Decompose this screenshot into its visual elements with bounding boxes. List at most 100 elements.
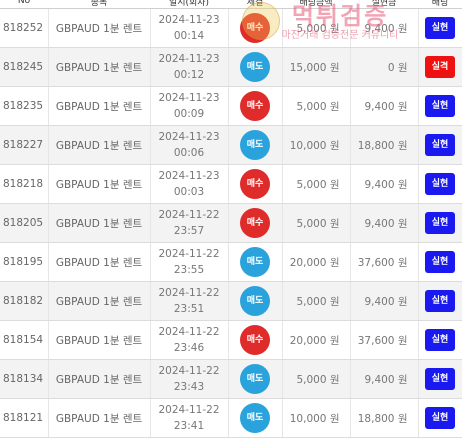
row-amount: 5,000 원 <box>282 281 351 321</box>
row-datetime: 2024-11-23 00:06 <box>150 125 229 165</box>
row-date: 2024-11-22 <box>158 326 220 338</box>
row-realize: 18,800 원 <box>350 125 419 165</box>
row-result-cell: 실현 <box>418 359 462 399</box>
row-no: 818121 <box>0 398 49 438</box>
row-realize: 9,400 원 <box>350 8 419 48</box>
bet-history: No 종목 일시(회차) 체결 배팅금액 실현금 배팅 818252 GBPAUD… <box>0 0 462 438</box>
row-side-cell: 매도 <box>228 359 283 399</box>
result-button[interactable]: 실현 <box>425 134 455 156</box>
row-date: 2024-11-22 <box>158 365 220 377</box>
row-side-cell: 매도 <box>228 242 283 282</box>
row-amount: 5,000 원 <box>282 203 351 243</box>
row-no: 818245 <box>0 47 49 87</box>
row-no: 818154 <box>0 320 49 360</box>
row-time: 00:06 <box>173 147 205 159</box>
row-date: 2024-11-22 <box>158 248 220 260</box>
row-date: 2024-11-22 <box>158 404 220 416</box>
row-side-cell: 매도 <box>228 398 283 438</box>
row-item: GBPAUD 1분 렌트 <box>48 320 151 360</box>
row-realize: 9,400 원 <box>350 86 419 126</box>
row-side-cell: 매수 <box>228 164 283 204</box>
row-amount: 15,000 원 <box>282 47 351 87</box>
side-badge: 매수 <box>240 325 270 355</box>
side-badge: 매도 <box>240 286 270 316</box>
result-button[interactable]: 실현 <box>425 173 455 195</box>
row-result-cell: 실격 <box>418 47 462 87</box>
table-row: 818218 GBPAUD 1분 렌트 2024-11-23 00:03 매수 5,000… <box>0 164 462 204</box>
table-row: 818205 GBPAUD 1분 렌트 2024-11-22 23:57 매수 5,000… <box>0 203 462 243</box>
row-no: 818134 <box>0 359 49 399</box>
row-datetime: 2024-11-22 23:57 <box>150 203 229 243</box>
row-amount: 10,000 원 <box>282 398 351 438</box>
row-no: 818227 <box>0 125 49 165</box>
col-header-item: 종목 <box>48 0 150 9</box>
row-datetime: 2024-11-22 23:51 <box>150 281 229 321</box>
row-result-cell: 실현 <box>418 398 462 438</box>
col-header-no: No <box>0 0 48 9</box>
row-amount: 20,000 원 <box>282 320 351 360</box>
row-item: GBPAUD 1분 렌트 <box>48 242 151 282</box>
result-button[interactable]: 실현 <box>425 290 455 312</box>
result-button[interactable]: 실현 <box>425 251 455 273</box>
row-time: 23:41 <box>173 420 205 432</box>
row-no: 818195 <box>0 242 49 282</box>
row-no: 818218 <box>0 164 49 204</box>
row-no: 818205 <box>0 203 49 243</box>
row-time: 23:57 <box>173 225 205 237</box>
row-item: GBPAUD 1분 렌트 <box>48 398 151 438</box>
row-item: GBPAUD 1분 렌트 <box>48 164 151 204</box>
row-realize: 9,400 원 <box>350 203 419 243</box>
row-realize: 9,400 원 <box>350 359 419 399</box>
row-realize: 9,400 원 <box>350 164 419 204</box>
row-item: GBPAUD 1분 렌트 <box>48 281 151 321</box>
result-button[interactable]: 실현 <box>425 407 455 429</box>
row-item: GBPAUD 1분 렌트 <box>48 125 151 165</box>
col-header-time: 일시(회차) <box>150 0 228 9</box>
row-result-cell: 실현 <box>418 8 462 48</box>
row-no: 818235 <box>0 86 49 126</box>
table-row: 818154 GBPAUD 1분 렌트 2024-11-22 23:46 매수 20,00… <box>0 320 462 360</box>
row-side-cell: 매수 <box>228 86 283 126</box>
row-amount: 5,000 원 <box>282 8 351 48</box>
row-result-cell: 실현 <box>418 242 462 282</box>
row-item: GBPAUD 1분 렌트 <box>48 359 151 399</box>
row-datetime: 2024-11-22 23:41 <box>150 398 229 438</box>
row-date: 2024-11-23 <box>158 131 220 143</box>
row-time: 23:46 <box>173 342 205 354</box>
row-datetime: 2024-11-22 23:46 <box>150 320 229 360</box>
result-button[interactable]: 실현 <box>425 95 455 117</box>
row-time: 23:51 <box>173 303 205 315</box>
result-button[interactable]: 실현 <box>425 368 455 390</box>
bet-history-table: No 종목 일시(회차) 체결 배팅금액 실현금 배팅 818252 GBPAUD… <box>0 0 462 438</box>
row-item: GBPAUD 1분 렌트 <box>48 86 151 126</box>
row-date: 2024-11-22 <box>158 209 220 221</box>
col-header-realize: 실현금 <box>350 0 418 9</box>
side-badge: 매수 <box>240 91 270 121</box>
table-row: 818182 GBPAUD 1분 렌트 2024-11-22 23:51 매도 5,000… <box>0 281 462 321</box>
row-result-cell: 실현 <box>418 320 462 360</box>
table-row: 818252 GBPAUD 1분 렌트 2024-11-23 00:14 매수 5,000… <box>0 8 462 48</box>
table-row: 818235 GBPAUD 1분 렌트 2024-11-23 00:09 매수 5,000… <box>0 86 462 126</box>
side-badge: 매도 <box>240 247 270 277</box>
row-datetime: 2024-11-23 00:12 <box>150 47 229 87</box>
result-button[interactable]: 실현 <box>425 212 455 234</box>
row-item: GBPAUD 1분 렌트 <box>48 47 151 87</box>
row-datetime: 2024-11-22 23:55 <box>150 242 229 282</box>
row-no: 818252 <box>0 8 49 48</box>
result-button[interactable]: 실현 <box>425 17 455 39</box>
row-time: 23:43 <box>173 381 205 393</box>
row-amount: 5,000 원 <box>282 86 351 126</box>
row-datetime: 2024-11-23 00:14 <box>150 8 229 48</box>
table-row: 818227 GBPAUD 1분 렌트 2024-11-23 00:06 매도 10,00… <box>0 125 462 165</box>
row-result-cell: 실현 <box>418 86 462 126</box>
row-side-cell: 매수 <box>228 320 283 360</box>
result-button[interactable]: 실격 <box>425 56 455 78</box>
row-time: 00:03 <box>173 186 205 198</box>
row-amount: 10,000 원 <box>282 125 351 165</box>
row-realize: 18,800 원 <box>350 398 419 438</box>
side-badge: 매수 <box>240 208 270 238</box>
result-button[interactable]: 실현 <box>425 329 455 351</box>
row-time: 00:14 <box>173 30 205 42</box>
side-badge: 매도 <box>240 52 270 82</box>
table-row: 818121 GBPAUD 1분 렌트 2024-11-22 23:41 매도 10,00… <box>0 398 462 438</box>
